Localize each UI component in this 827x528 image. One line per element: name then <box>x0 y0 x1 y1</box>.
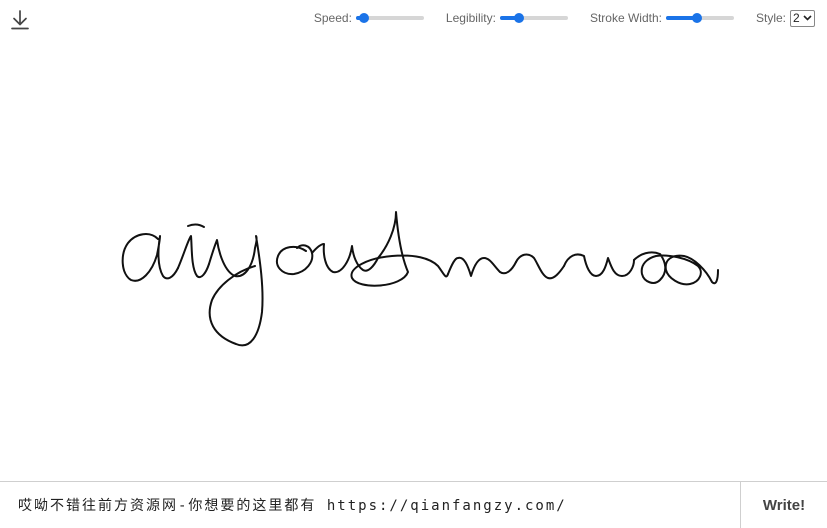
download-button[interactable] <box>8 8 32 32</box>
speed-control: Speed: <box>314 11 424 25</box>
write-button[interactable]: Write! <box>740 482 827 528</box>
speed-slider[interactable] <box>355 11 424 25</box>
text-input[interactable]: 哎呦不错往前方资源网-你想要的这里都有 https://qianfangzy.c… <box>0 482 740 528</box>
stroke-width-slider-thumb[interactable] <box>691 13 702 23</box>
handwriting-stroke-u <box>311 243 379 274</box>
speed-label: Speed: <box>313 11 352 25</box>
legibility-slider[interactable] <box>499 11 568 25</box>
handwriting-stroke-c <box>515 253 565 280</box>
legibility-control: Legibility: <box>446 11 568 25</box>
handwriting-stroke-n <box>447 256 517 277</box>
handwriting-stroke-w <box>563 253 635 277</box>
stroke-width-slider[interactable] <box>665 11 734 25</box>
stroke-width-label: Stroke Width: <box>589 11 662 25</box>
handwriting-stroke-a <box>121 233 179 282</box>
control-bar: Speed: Legibility: Stroke Width: Style: … <box>314 8 815 28</box>
style-select-value: 2 <box>793 11 800 25</box>
chevron-down-icon <box>803 15 812 21</box>
style-control: Style: 2 <box>755 9 815 27</box>
handwriting-stroke-o <box>276 244 314 276</box>
input-bar: 哎呦不错往前方资源网-你想要的这里都有 https://qianfangzy.c… <box>0 481 827 528</box>
handwriting-stroke-o2 <box>633 251 719 286</box>
handwriting-stroke-i <box>177 235 210 279</box>
style-label: Style: <box>755 11 786 25</box>
handwriting-strokes <box>121 211 719 347</box>
handwriting-stroke-i-dot <box>187 223 205 228</box>
speed-slider-thumb[interactable] <box>359 13 370 23</box>
handwriting-canvas <box>121 211 719 347</box>
handwriting-stroke-y <box>208 235 264 347</box>
style-select[interactable]: 2 <box>790 9 815 27</box>
stroke-width-control: Stroke Width: <box>590 11 734 25</box>
handwriting-stroke-b <box>350 211 449 287</box>
legibility-slider-thumb[interactable] <box>513 13 524 23</box>
download-icon <box>11 10 29 30</box>
legibility-label: Legibility: <box>445 11 496 25</box>
